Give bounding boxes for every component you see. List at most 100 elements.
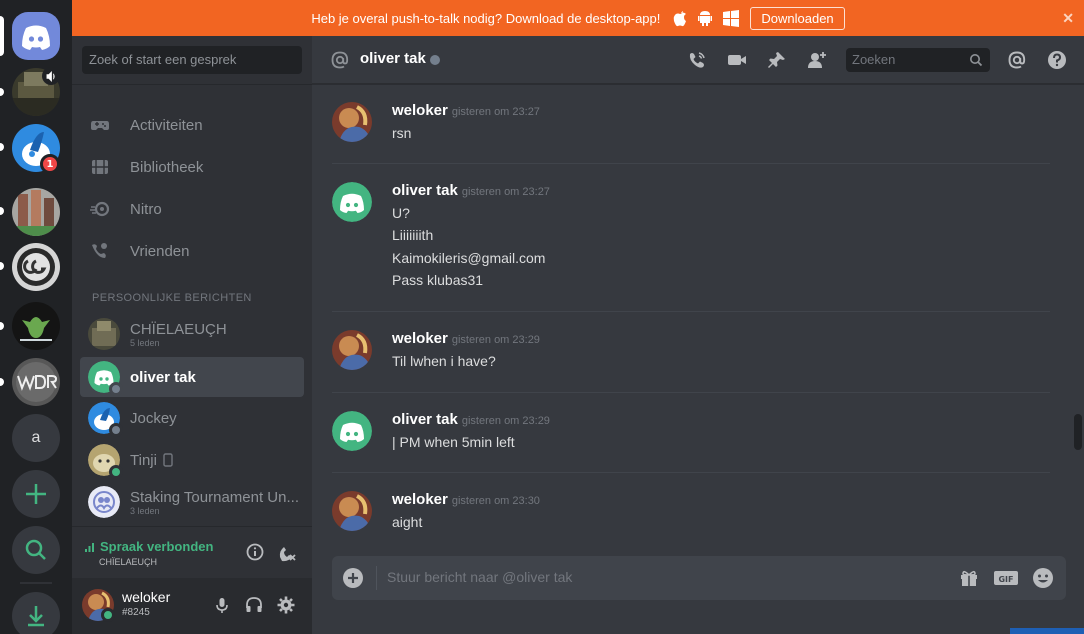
server-icon[interactable]	[12, 302, 60, 350]
search-icon	[970, 54, 983, 67]
mentions-icon[interactable]	[1006, 49, 1028, 71]
dm-section-header: PERSOONLIJKE BERICHTEN	[92, 292, 252, 304]
headphones-icon[interactable]	[244, 595, 264, 615]
dm-member-count: 3 leden	[130, 505, 160, 516]
message-divider	[332, 163, 1050, 164]
chat-search-input[interactable]: Zoeken	[846, 48, 990, 72]
message-timestamp: gisteren om 23:27	[461, 186, 550, 198]
apple-icon[interactable]	[672, 9, 688, 27]
message-divider	[332, 472, 1050, 473]
windows-icon[interactable]	[722, 9, 740, 27]
add-server-button[interactable]	[12, 470, 60, 518]
server-icon[interactable]	[12, 243, 60, 291]
server-icon[interactable]	[12, 358, 60, 406]
avatar[interactable]	[332, 182, 372, 222]
message-author[interactable]: oliver tak	[392, 411, 458, 428]
avatar[interactable]	[332, 102, 372, 142]
start-voice-call-icon[interactable]	[686, 49, 708, 71]
message-divider	[332, 392, 1050, 393]
message-timestamp: gisteren om 23:27	[451, 106, 540, 118]
plus-icon	[26, 484, 46, 504]
search-icon	[25, 539, 46, 560]
android-icon[interactable]	[697, 9, 713, 27]
server-6-wdr-icon	[12, 358, 60, 406]
server-4-icon	[12, 243, 60, 291]
disconnect-icon[interactable]	[276, 541, 298, 563]
nav-label: Nitro	[130, 200, 162, 218]
message-author[interactable]: weloker	[392, 330, 448, 347]
gift-icon[interactable]	[958, 567, 980, 589]
nav-label: Bibliotheek	[130, 158, 204, 176]
avatar[interactable]	[332, 491, 372, 531]
info-icon[interactable]	[244, 541, 266, 563]
user-panel: weloker #8245	[72, 578, 312, 634]
dm-item[interactable]: Staking Tournament Un... 3 leden	[80, 482, 304, 522]
nav-item-vrienden[interactable]: Vrienden	[80, 230, 304, 272]
download-button[interactable]: Downloaden	[750, 6, 845, 30]
rail-divider	[20, 582, 52, 584]
server-icon[interactable]	[12, 188, 60, 236]
user-avatar-icon	[332, 491, 372, 531]
avatar[interactable]	[332, 411, 372, 451]
start-video-call-icon[interactable]	[726, 49, 748, 71]
home-button[interactable]	[12, 12, 60, 60]
emoji-icon[interactable]	[1032, 567, 1054, 589]
avatar	[88, 361, 123, 396]
status-offline-indicator	[109, 423, 123, 437]
dm-item[interactable]: Jockey	[80, 398, 304, 438]
dm-name: oliver tak	[130, 368, 196, 386]
explore-servers-button[interactable]	[12, 526, 60, 574]
dm-name: Tinji	[130, 451, 157, 469]
nav-item-activiteiten[interactable]: Activiteiten	[80, 104, 304, 146]
unread-indicator	[0, 143, 4, 151]
dm-item[interactable]: CHÏELAEUÇH 5 leden	[80, 314, 304, 354]
dm-item-active[interactable]: oliver tak	[80, 357, 304, 397]
nav-item-bibliotheek[interactable]: Bibliotheek	[80, 146, 304, 188]
gear-icon[interactable]	[276, 595, 296, 615]
dm-search-input[interactable]: Zoek of start een gesprek	[82, 46, 302, 74]
gif-icon[interactable]: GIF	[993, 567, 1019, 589]
avatar[interactable]	[332, 330, 372, 370]
sidebar-divider	[72, 84, 312, 85]
message-text: rsn	[392, 125, 412, 141]
message-text: Kaimokileris@gmail.com	[392, 250, 546, 266]
dm-item[interactable]: Tinji	[80, 440, 304, 480]
message-author[interactable]: oliver tak	[392, 182, 458, 199]
voice-active-icon	[42, 67, 60, 85]
unread-indicator	[0, 262, 4, 270]
scrollbar-thumb[interactable]	[1074, 414, 1082, 450]
signal-icon	[85, 542, 94, 552]
composer-divider	[376, 566, 377, 590]
channel-sidebar: Zoek of start een gesprek Activiteiten B…	[72, 36, 312, 634]
message-author[interactable]: weloker	[392, 491, 448, 508]
download-banner: Heb je overal push-to-talk nodig? Downlo…	[72, 0, 1084, 36]
close-banner-icon[interactable]: ✕	[1062, 10, 1074, 27]
avatar	[88, 486, 120, 518]
help-icon[interactable]	[1046, 49, 1068, 71]
upload-plus-icon[interactable]	[342, 567, 364, 589]
download-apps-button[interactable]	[12, 592, 60, 634]
avatar	[88, 402, 123, 437]
user-avatar-icon	[332, 330, 372, 370]
message-author[interactable]: weloker	[392, 102, 448, 119]
pin-icon[interactable]	[766, 49, 788, 71]
voice-connection-panel: Spraak verbonden CHÏELAEUÇH	[72, 526, 312, 578]
active-server-indicator	[0, 16, 4, 56]
server-icon[interactable]: a	[12, 414, 60, 462]
message-timestamp: gisteren om 23:30	[451, 495, 540, 507]
microphone-icon[interactable]	[212, 595, 232, 615]
nav-item-nitro[interactable]: Nitro	[80, 188, 304, 230]
status-offline-indicator	[430, 55, 440, 65]
discord-default-avatar-icon	[332, 411, 372, 451]
message-timestamp: gisteren om 23:29	[451, 334, 540, 346]
unread-indicator	[0, 322, 4, 330]
message-input[interactable]: Stuur bericht naar @oliver tak	[387, 569, 572, 585]
at-sign-icon	[331, 51, 349, 69]
download-icon	[28, 606, 44, 627]
message-text: aight	[392, 514, 423, 530]
library-icon	[92, 160, 108, 174]
chat-area: oliver tak Zoeken weloker gisteren om 23:…	[312, 36, 1084, 634]
status-online-indicator	[109, 465, 123, 479]
add-friend-to-dm-icon[interactable]	[806, 49, 828, 71]
user-discriminator: #8245	[122, 607, 150, 618]
